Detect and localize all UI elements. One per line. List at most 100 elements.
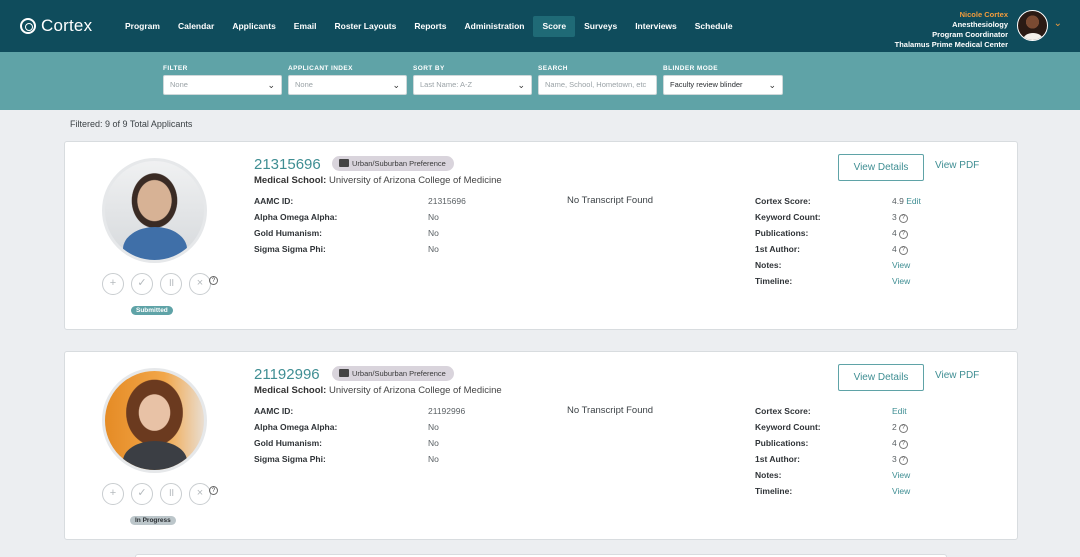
- help-icon[interactable]: ?: [898, 440, 908, 449]
- medical-school: Medical School: University of Arizona Co…: [254, 175, 502, 186]
- nav-reports[interactable]: Reports: [405, 16, 455, 37]
- applicant-id[interactable]: 21192996: [254, 366, 320, 383]
- user-role: Program Coordinator: [932, 30, 1008, 39]
- filter-select[interactable]: None ⌄: [163, 75, 282, 95]
- help-icon[interactable]: ?: [209, 276, 218, 285]
- medical-school: Medical School: University of Arizona Co…: [254, 385, 502, 396]
- first-author-value: 4: [892, 244, 897, 254]
- nav-score[interactable]: Score: [533, 15, 576, 37]
- nav-applicants[interactable]: Applicants: [223, 16, 284, 37]
- main-nav: Program Calendar Applicants Email Roster…: [116, 0, 742, 52]
- medical-school-value: University of Arizona College of Medicin…: [328, 175, 502, 186]
- keyword-count-value: 2: [892, 422, 897, 432]
- help-icon[interactable]: ?: [209, 486, 218, 495]
- notes-label: Notes:: [755, 470, 782, 480]
- add-icon[interactable]: +: [102, 483, 124, 505]
- timeline-label: Timeline:: [755, 486, 793, 496]
- cortex-score: 4.9 Edit: [892, 196, 921, 206]
- check-icon[interactable]: ✓: [131, 483, 153, 505]
- applicant-photo: [102, 368, 207, 473]
- cortex-score-label: Cortex Score:: [755, 406, 811, 416]
- building-icon: [339, 159, 349, 167]
- help-icon[interactable]: ?: [898, 214, 908, 223]
- logo[interactable]: Cortex: [20, 16, 116, 36]
- help-icon[interactable]: ?: [898, 456, 908, 465]
- publications: 4?: [892, 228, 908, 239]
- sigma-value: No: [428, 244, 439, 254]
- aoa-value: No: [428, 422, 439, 432]
- view-details-button[interactable]: View Details: [838, 154, 924, 181]
- notes-label: Notes:: [755, 260, 782, 270]
- gold-humanism-value: No: [428, 438, 439, 448]
- blinder-mode-label: BLINDER MODE: [663, 65, 718, 72]
- user-avatar[interactable]: [1017, 10, 1048, 41]
- applicant-card: + ✓ ॥ × ? In Progress 21192996 Urban/Sub…: [64, 351, 1018, 540]
- sort-by-value: Last Name: A-Z: [420, 80, 473, 89]
- help-icon[interactable]: ?: [898, 230, 908, 239]
- close-icon[interactable]: ×: [189, 483, 211, 505]
- pause-icon[interactable]: ॥: [160, 273, 182, 295]
- gold-humanism-label: Gold Humanism:: [254, 438, 323, 448]
- nav-roster-layouts[interactable]: Roster Layouts: [325, 16, 405, 37]
- keyword-count-label: Keyword Count:: [755, 212, 821, 222]
- view-details-button[interactable]: View Details: [838, 364, 924, 391]
- blinder-mode-group: BLINDER MODE Faculty review blinder ⌄: [663, 65, 783, 95]
- nav-program[interactable]: Program: [116, 16, 169, 37]
- user-department: Anesthesiology: [952, 20, 1008, 29]
- publications: 4?: [892, 438, 908, 449]
- edit-score-link[interactable]: Edit: [892, 406, 907, 416]
- view-pdf-link[interactable]: View PDF: [935, 370, 979, 381]
- blinder-mode-select[interactable]: Faculty review blinder ⌄: [663, 75, 783, 95]
- medical-school-label: Medical School:: [254, 175, 327, 186]
- timeline-view-link[interactable]: View: [892, 276, 910, 286]
- applicant-index-label: APPLICANT INDEX: [288, 65, 353, 72]
- help-icon[interactable]: ?: [898, 424, 908, 433]
- nav-email[interactable]: Email: [285, 16, 326, 37]
- gold-humanism-label: Gold Humanism:: [254, 228, 323, 238]
- user-org: Thalamus Prime Medical Center: [894, 40, 1008, 49]
- transcript-status: No Transcript Found: [567, 405, 654, 416]
- preference-label: Urban/Suburban Preference: [352, 369, 446, 378]
- applicant-index-select[interactable]: None ⌄: [288, 75, 407, 95]
- nav-calendar[interactable]: Calendar: [169, 16, 223, 37]
- status-badge: In Progress: [130, 516, 176, 525]
- publications-label: Publications:: [755, 228, 809, 238]
- search-input[interactable]: Name, School, Hometown, etc: [538, 75, 657, 95]
- aamc-id-label: AAMC ID:: [254, 406, 294, 416]
- applicant-id[interactable]: 21315696: [254, 156, 321, 173]
- view-pdf-link[interactable]: View PDF: [935, 160, 979, 171]
- medical-school-label: Medical School:: [254, 385, 327, 396]
- user-info: Nicole Cortex Anesthesiology Program Coo…: [895, 10, 1008, 50]
- nav-surveys[interactable]: Surveys: [575, 16, 626, 37]
- check-icon[interactable]: ✓: [131, 273, 153, 295]
- chevron-down-icon: ⌄: [768, 80, 776, 90]
- add-icon[interactable]: +: [102, 273, 124, 295]
- publications-label: Publications:: [755, 438, 809, 448]
- keyword-count-value: 3: [892, 212, 897, 222]
- chevron-down-icon[interactable]: ⌄: [1054, 18, 1062, 29]
- filter-group: FILTER None ⌄: [163, 65, 282, 95]
- filtered-count: Filtered: 9 of 9 Total Applicants: [70, 119, 193, 129]
- notes-view-link[interactable]: View: [892, 470, 910, 480]
- cortex-score-label: Cortex Score:: [755, 196, 811, 206]
- nav-schedule[interactable]: Schedule: [686, 16, 742, 37]
- keyword-count: 2?: [892, 422, 908, 433]
- notes-view-link[interactable]: View: [892, 260, 910, 270]
- edit-score-link[interactable]: Edit: [906, 196, 921, 206]
- chevron-down-icon: ⌄: [267, 80, 275, 90]
- sigma-value: No: [428, 454, 439, 464]
- sort-by-label: SORT BY: [413, 65, 445, 72]
- blinder-mode-value: Faculty review blinder: [670, 80, 743, 89]
- sigma-label: Sigma Sigma Phi:: [254, 454, 326, 464]
- pause-icon[interactable]: ॥: [160, 483, 182, 505]
- chevron-down-icon: ⌄: [517, 80, 525, 90]
- sort-by-select[interactable]: Last Name: A-Z ⌄: [413, 75, 532, 95]
- help-icon[interactable]: ?: [898, 246, 908, 255]
- publications-value: 4: [892, 228, 897, 238]
- nav-interviews[interactable]: Interviews: [626, 16, 686, 37]
- nav-administration[interactable]: Administration: [455, 16, 533, 37]
- close-icon[interactable]: ×: [189, 273, 211, 295]
- timeline-view-link[interactable]: View: [892, 486, 910, 496]
- timeline-label: Timeline:: [755, 276, 793, 286]
- first-author-label: 1st Author:: [755, 244, 801, 254]
